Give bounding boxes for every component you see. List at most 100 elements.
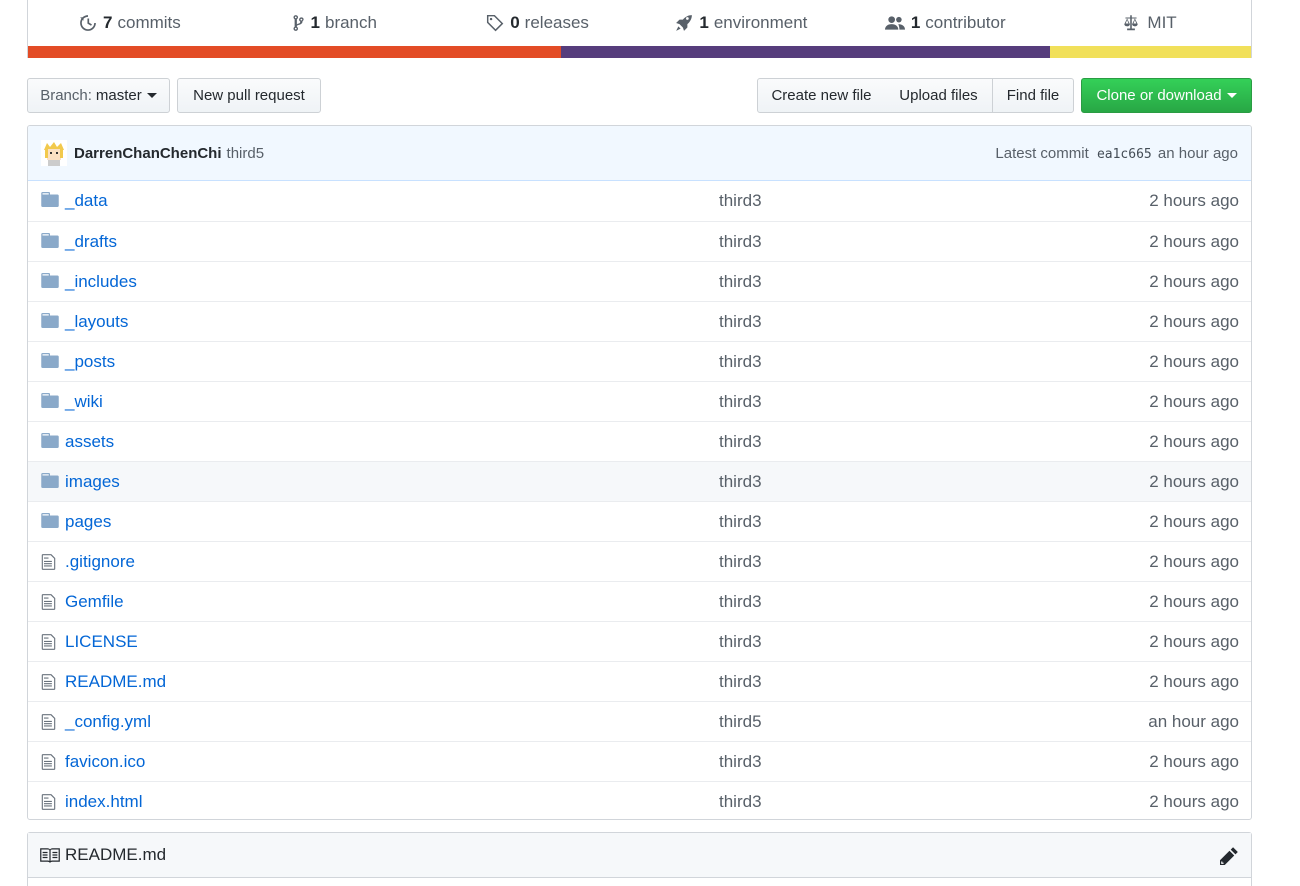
- commit-message-link[interactable]: third3: [719, 392, 762, 412]
- pencil-icon[interactable]: [1220, 846, 1239, 865]
- table-row: README.md third3 2 hours ago: [28, 661, 1251, 701]
- avatar[interactable]: [41, 140, 67, 166]
- file-name-link[interactable]: images: [65, 472, 120, 492]
- table-row: _wiki third3 2 hours ago: [28, 381, 1251, 421]
- releases-link[interactable]: 0 releases: [436, 13, 640, 33]
- file-name-link[interactable]: index.html: [65, 792, 142, 812]
- commit-message-link[interactable]: third3: [719, 672, 762, 692]
- file-name-link[interactable]: pages: [65, 512, 111, 532]
- file-name-link[interactable]: favicon.ico: [65, 752, 145, 772]
- commit-age: 2 hours ago: [1149, 751, 1239, 771]
- commit-message-link[interactable]: third5: [227, 145, 265, 162]
- commit-author-link[interactable]: DarrenChanChenChi: [74, 145, 222, 162]
- folder-icon: [41, 473, 59, 490]
- commit-age: 2 hours ago: [1149, 551, 1239, 571]
- rocket-icon: [675, 14, 693, 32]
- file-name-link[interactable]: _drafts: [65, 232, 117, 252]
- folder-icon: [41, 513, 59, 530]
- file-name-link[interactable]: Gemfile: [65, 592, 124, 612]
- contributors-link[interactable]: 1 contributor: [843, 13, 1047, 33]
- history-icon: [79, 14, 97, 32]
- branches-link[interactable]: 1 branch: [232, 13, 436, 33]
- commit-message-link[interactable]: third3: [719, 432, 762, 452]
- license-link[interactable]: MIT: [1047, 13, 1251, 33]
- branches-label: branch: [324, 13, 377, 32]
- table-row: _config.yml third5 an hour ago: [28, 701, 1251, 741]
- commit-message-link[interactable]: third3: [719, 272, 762, 292]
- upload-files-button[interactable]: Upload files: [885, 78, 993, 113]
- file-name-link[interactable]: _includes: [65, 272, 137, 292]
- commit-message-link[interactable]: third3: [719, 752, 762, 772]
- create-new-file-button[interactable]: Create new file: [757, 78, 886, 113]
- folder-icon: [41, 353, 59, 370]
- branch-select-button[interactable]: Branch: master: [27, 78, 170, 113]
- file-table: DarrenChanChenChi third5 Latest commit e…: [27, 125, 1252, 820]
- file-name-link[interactable]: _posts: [65, 352, 115, 372]
- file-name-link[interactable]: .gitignore: [65, 552, 135, 572]
- file-icon: [41, 553, 59, 570]
- commit-age: 2 hours ago: [1149, 671, 1239, 691]
- commit-message-link[interactable]: third3: [719, 592, 762, 612]
- table-row: _posts third3 2 hours ago: [28, 341, 1251, 381]
- commit-message-link[interactable]: third3: [719, 312, 762, 332]
- commit-message-link[interactable]: third3: [719, 232, 762, 252]
- commit-age: 2 hours ago: [1149, 591, 1239, 611]
- file-name-link[interactable]: _wiki: [65, 392, 103, 412]
- branch-prefix: Branch:: [40, 87, 92, 104]
- clone-or-download-button[interactable]: Clone or download: [1081, 78, 1252, 113]
- commits-link[interactable]: 7 commits: [28, 13, 232, 33]
- readme-header: README.md: [28, 833, 1251, 878]
- file-name-link[interactable]: README.md: [65, 672, 166, 692]
- clone-label: Clone or download: [1096, 87, 1222, 104]
- table-row: LICENSE third3 2 hours ago: [28, 621, 1251, 661]
- file-name-link[interactable]: _config.yml: [65, 712, 151, 732]
- table-row: assets third3 2 hours ago: [28, 421, 1251, 461]
- commit-age: an hour ago: [1148, 711, 1239, 731]
- commit-age: 2 hours ago: [1149, 631, 1239, 651]
- latest-commit-label: Latest commit: [995, 144, 1089, 162]
- law-icon: [1121, 14, 1141, 32]
- table-row: _layouts third3 2 hours ago: [28, 301, 1251, 341]
- language-segment[interactable]: [561, 46, 1051, 58]
- commit-age: 2 hours ago: [1149, 511, 1239, 531]
- repo-summary: 7 commits 1 branch 0 releases 1 environm…: [27, 0, 1252, 58]
- environments-link[interactable]: 1 environment: [639, 13, 843, 33]
- commit-age: 2 hours ago: [1149, 351, 1239, 371]
- find-file-button[interactable]: Find file: [992, 78, 1074, 113]
- commit-message-link[interactable]: third3: [719, 472, 762, 492]
- book-icon: [40, 847, 60, 863]
- file-name-link[interactable]: LICENSE: [65, 632, 138, 652]
- language-segment[interactable]: [28, 46, 562, 58]
- language-bar[interactable]: [28, 46, 1251, 58]
- table-row: _drafts third3 2 hours ago: [28, 221, 1251, 261]
- commit-age: 2 hours ago: [1149, 231, 1239, 251]
- commits-count: 7: [103, 13, 113, 32]
- people-icon: [884, 14, 905, 32]
- commit-age: 2 hours ago: [1149, 271, 1239, 291]
- commit-message-link[interactable]: third3: [719, 552, 762, 572]
- file-name-link[interactable]: assets: [65, 432, 114, 452]
- releases-label: releases: [524, 13, 589, 32]
- table-row: .gitignore third3 2 hours ago: [28, 541, 1251, 581]
- caret-down-icon: [146, 93, 157, 98]
- table-row: favicon.ico third3 2 hours ago: [28, 741, 1251, 781]
- commit-message-link[interactable]: third3: [719, 191, 762, 211]
- readme-box: README.md: [27, 832, 1252, 886]
- file-name-link[interactable]: _layouts: [65, 312, 128, 332]
- commit-age: 2 hours ago: [1149, 311, 1239, 331]
- commit-message-link[interactable]: third3: [719, 512, 762, 532]
- readme-title: README.md: [65, 845, 167, 864]
- file-icon: [41, 633, 59, 650]
- commit-message-link[interactable]: third5: [719, 712, 762, 732]
- commits-label: commits: [117, 13, 181, 32]
- language-segment[interactable]: [1050, 46, 1251, 58]
- commit-age: 2 hours ago: [1149, 191, 1239, 210]
- commit-message-link[interactable]: third3: [719, 792, 762, 812]
- commit-message-link[interactable]: third3: [719, 632, 762, 652]
- file-name-link[interactable]: _data: [65, 191, 108, 211]
- new-pull-request-button[interactable]: New pull request: [177, 78, 321, 113]
- table-row: pages third3 2 hours ago: [28, 501, 1251, 541]
- commit-message-link[interactable]: third3: [719, 352, 762, 372]
- commit-sha-link[interactable]: ea1c665: [1097, 147, 1152, 162]
- environments-count: 1: [699, 13, 709, 32]
